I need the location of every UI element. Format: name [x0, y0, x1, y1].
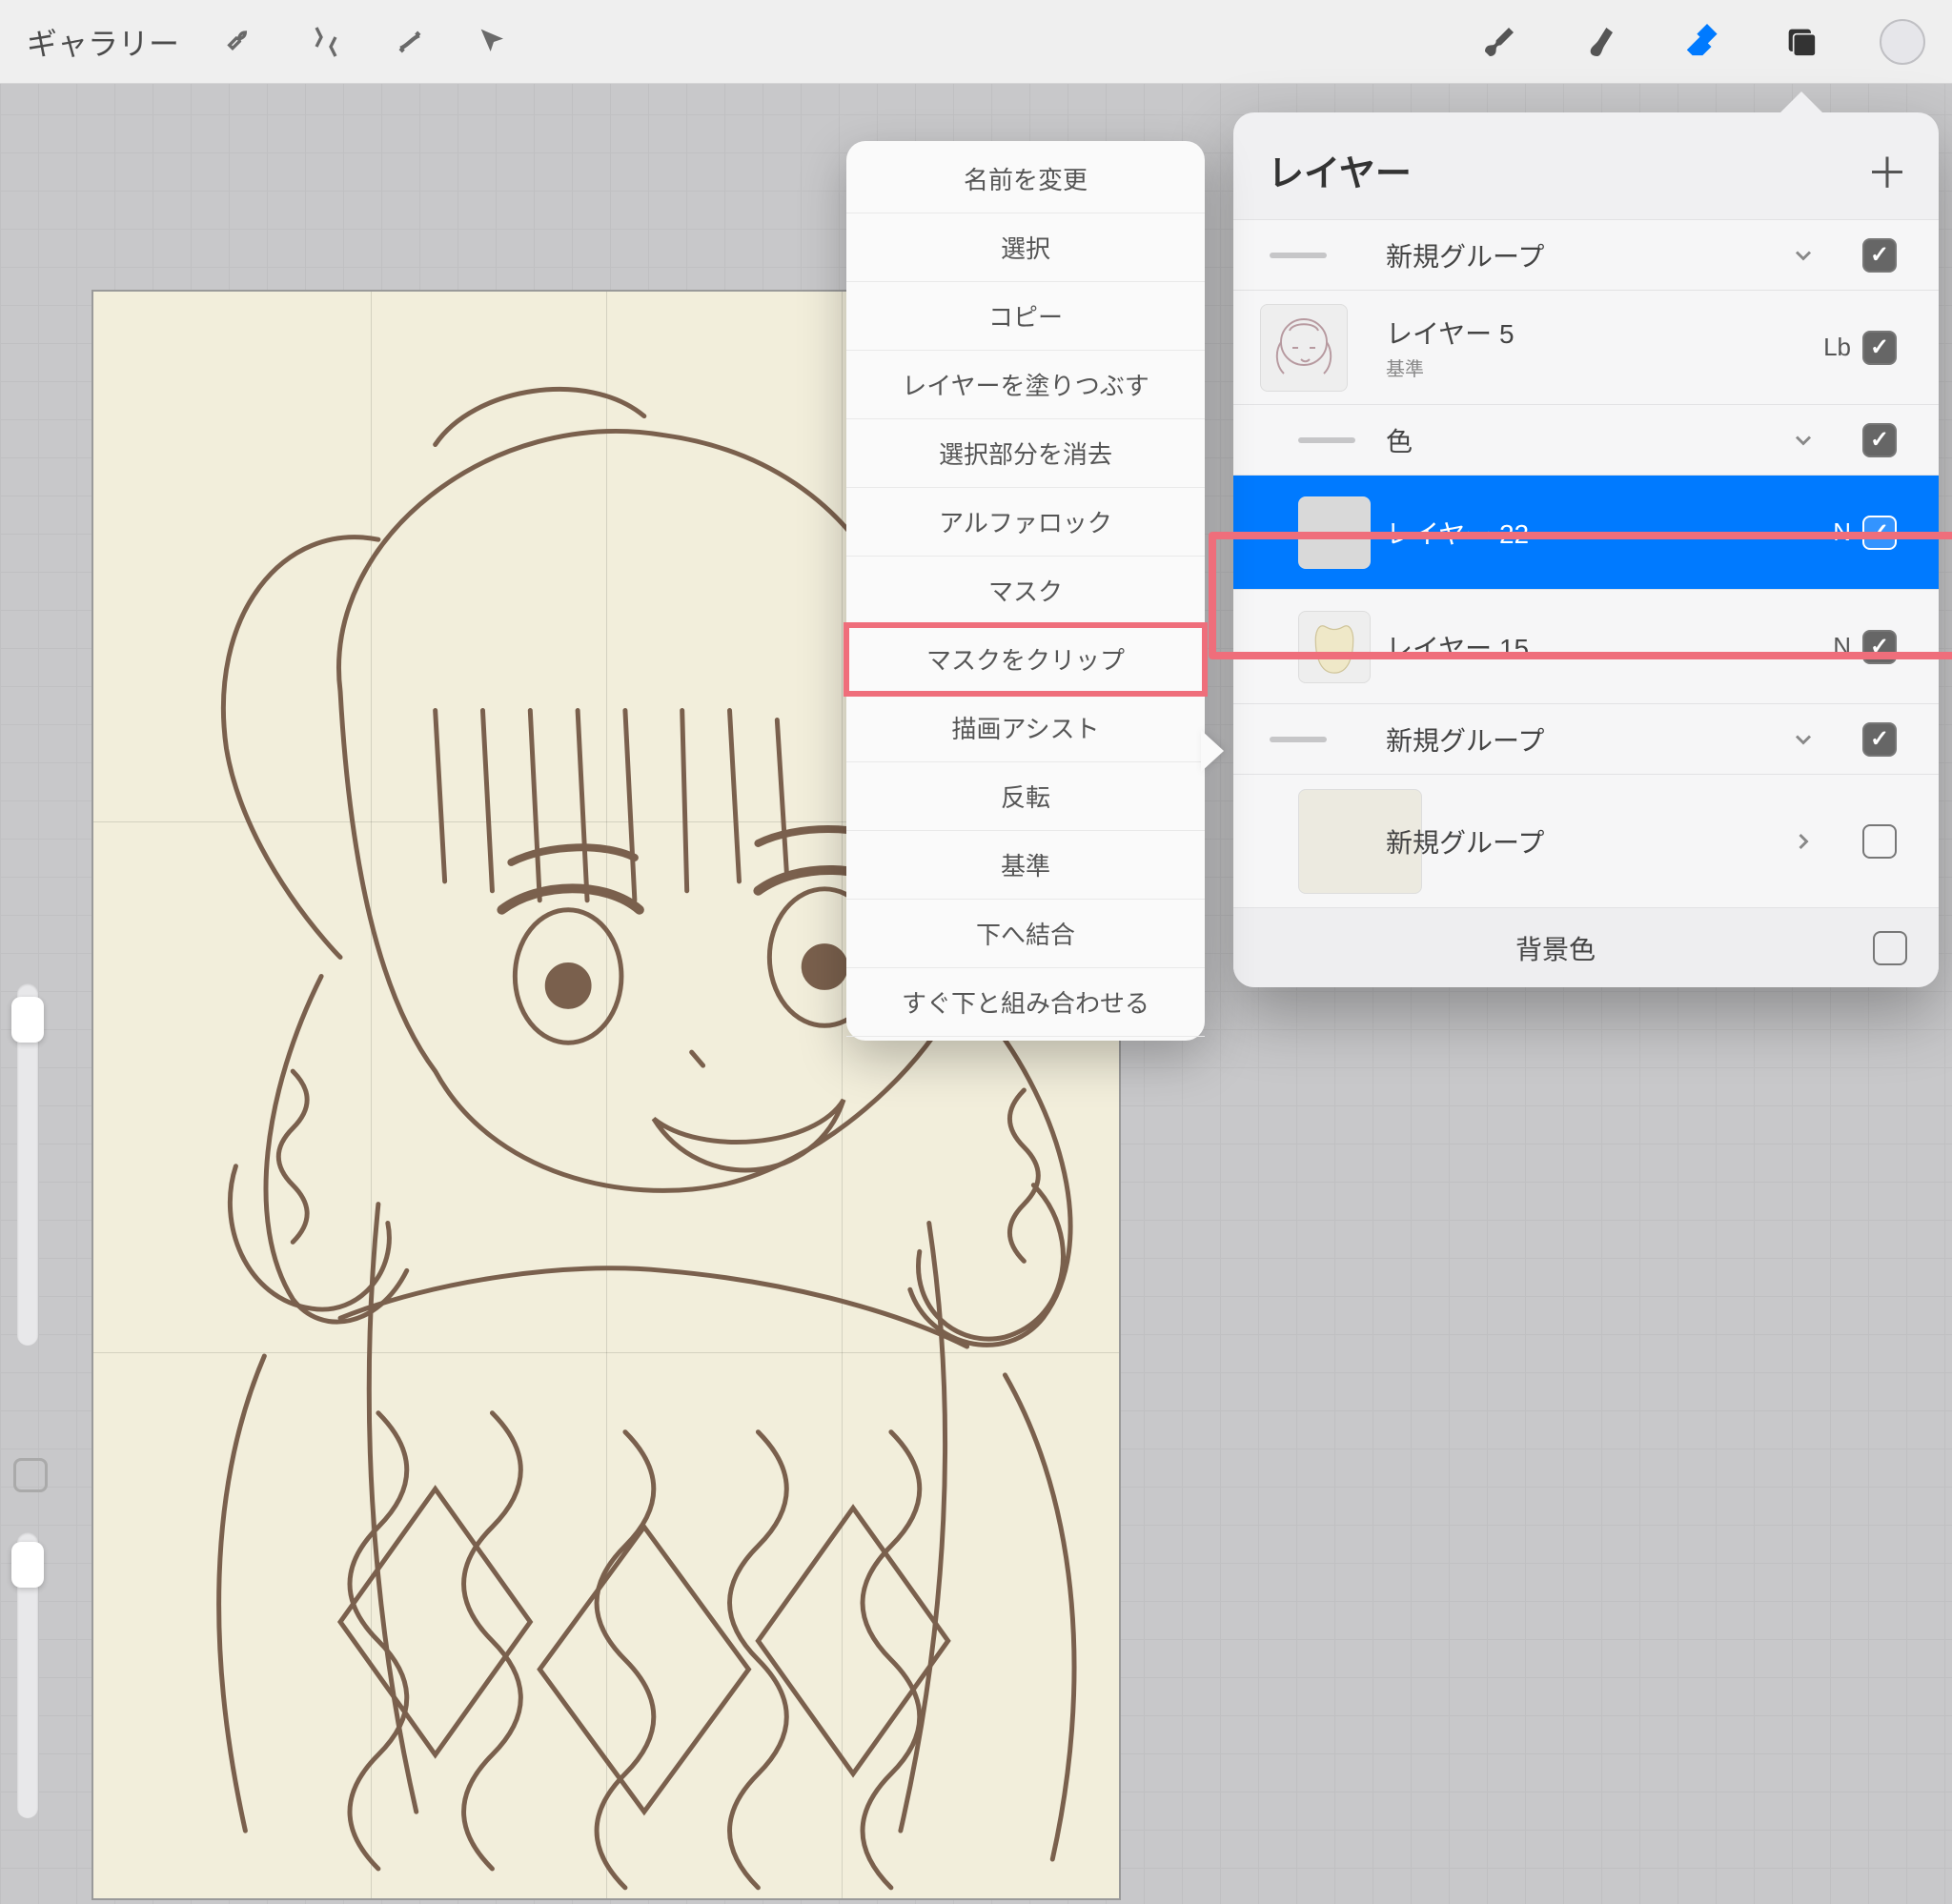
- layer-group-row[interactable]: 新規グループ: [1233, 703, 1939, 774]
- visibility-checkbox[interactable]: [1862, 824, 1897, 859]
- blend-mode-label[interactable]: N: [1784, 632, 1851, 661]
- smudge-icon[interactable]: [1582, 21, 1624, 63]
- selection-icon[interactable]: [389, 21, 431, 63]
- background-label: 背景色: [1515, 929, 1596, 967]
- layer-name-label: レイヤー 15: [1386, 628, 1773, 666]
- ctx-merge-down[interactable]: 下へ結合: [846, 900, 1205, 968]
- layer-row[interactable]: レイヤー 15 N: [1233, 589, 1939, 703]
- visibility-checkbox[interactable]: [1862, 722, 1897, 757]
- blend-mode-label[interactable]: N: [1784, 517, 1851, 547]
- layers-icon[interactable]: [1780, 21, 1822, 63]
- layer-name-label: 色: [1386, 421, 1773, 459]
- ctx-fill-layer[interactable]: レイヤーを塗りつぶす: [846, 351, 1205, 419]
- chevron-down-icon[interactable]: [1784, 236, 1822, 274]
- visibility-checkbox[interactable]: [1862, 331, 1897, 365]
- brush-icon[interactable]: [1483, 21, 1525, 63]
- ctx-combine-down[interactable]: すぐ下と組み合わせる: [846, 968, 1205, 1037]
- chevron-down-icon[interactable]: [1784, 421, 1822, 459]
- ctx-clip-mask[interactable]: マスクをクリップ: [846, 625, 1205, 694]
- ctx-drawing-assist[interactable]: 描画アシスト: [846, 694, 1205, 762]
- visibility-checkbox[interactable]: [1862, 423, 1897, 457]
- layer-name-label: レイヤー 5: [1386, 314, 1773, 352]
- wrench-icon[interactable]: [221, 21, 263, 63]
- visibility-checkbox[interactable]: [1862, 630, 1897, 664]
- group-handle-icon: [1270, 253, 1327, 258]
- visibility-checkbox[interactable]: [1862, 516, 1897, 550]
- layers-panel: レイヤー ＋ 新規グループ レイヤー 5 基準 Lb 色: [1233, 112, 1939, 987]
- modify-tool-button[interactable]: [13, 1458, 48, 1492]
- ctx-copy[interactable]: コピー: [846, 282, 1205, 351]
- visibility-checkbox[interactable]: [1873, 931, 1907, 965]
- layer-name-label: 新規グループ: [1386, 720, 1773, 759]
- ctx-mask[interactable]: マスク: [846, 557, 1205, 625]
- transform-icon[interactable]: [473, 21, 515, 63]
- color-picker-icon[interactable]: [1880, 19, 1925, 65]
- layer-thumbnail: [1260, 304, 1348, 392]
- adjustments-icon[interactable]: [305, 21, 347, 63]
- ctx-invert[interactable]: 反転: [846, 762, 1205, 831]
- ctx-alpha-lock[interactable]: アルファロック: [846, 488, 1205, 557]
- eraser-icon[interactable]: [1681, 21, 1723, 63]
- ctx-rename[interactable]: 名前を変更: [846, 145, 1205, 213]
- background-layer-row[interactable]: 背景色: [1233, 907, 1939, 987]
- chevron-down-icon[interactable]: [1784, 720, 1822, 759]
- brush-size-slider-thumb[interactable]: [11, 997, 44, 1043]
- ctx-select[interactable]: 選択: [846, 213, 1205, 282]
- layer-thumbnail: [1298, 611, 1371, 683]
- layer-context-menu: 名前を変更 選択 コピー レイヤーを塗りつぶす 選択部分を消去 アルファロック …: [846, 141, 1205, 1041]
- layer-row[interactable]: レイヤー 5 基準 Lb: [1233, 290, 1939, 404]
- layer-group-row[interactable]: 色: [1233, 404, 1939, 475]
- group-handle-icon: [1270, 737, 1327, 742]
- add-layer-button[interactable]: ＋: [1866, 139, 1908, 200]
- layer-name-label: 新規グループ: [1386, 822, 1773, 861]
- layer-subtitle-label: 基準: [1386, 354, 1773, 381]
- gallery-button[interactable]: ギャラリー: [27, 20, 179, 64]
- layer-name-label: 新規グループ: [1386, 236, 1773, 274]
- layers-panel-title: レイヤー: [1268, 144, 1412, 196]
- layer-thumbnail: [1298, 496, 1371, 569]
- visibility-checkbox[interactable]: [1862, 238, 1897, 273]
- ctx-clear-selection[interactable]: 選択部分を消去: [846, 419, 1205, 488]
- layer-row[interactable]: 新規グループ: [1233, 774, 1939, 907]
- layer-group-row[interactable]: 新規グループ: [1233, 219, 1939, 290]
- layer-row-selected[interactable]: レイヤー 22 N: [1233, 475, 1939, 589]
- group-handle-icon: [1298, 437, 1355, 443]
- ctx-pointer-icon: [1201, 730, 1224, 772]
- chevron-right-icon[interactable]: [1784, 822, 1822, 861]
- blend-mode-label[interactable]: Lb: [1784, 333, 1851, 362]
- layer-name-label: レイヤー 22: [1386, 514, 1773, 552]
- opacity-slider-thumb[interactable]: [11, 1542, 44, 1588]
- top-toolbar: ギャラリー: [0, 0, 1952, 84]
- ctx-reference[interactable]: 基準: [846, 831, 1205, 900]
